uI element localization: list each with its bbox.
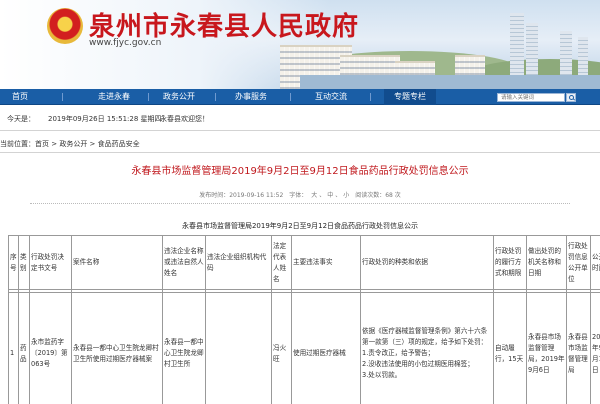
table-cell-party: 永春县一都中心卫生院龙卿村卫生所 [162,292,206,404]
table-cell-penalty: 依据《医疗器械监督管理条例》第六十六条第一款第（三）项的规定，给予如下处罚： 1… [360,292,494,404]
table-header-cell: 行政处罚的履行方式和期限 [493,235,527,290]
divider [0,152,600,153]
table-header-cell: 主要违法事实 [291,235,361,290]
table-cell-case-name: 永春县一都中心卫生院龙卿村卫生所使用过期医疗器械案 [71,292,163,404]
table-cell-legal-rep: 冯火旺 [271,292,292,404]
nav-item-gov-affairs[interactable]: 政务公开 [163,89,195,105]
table-row: 1 药品 永市监药字〔2019〕第063号 永春县一都中心卫生院龙卿村卫生所使用… [8,292,600,404]
nav-item-interaction[interactable]: 互动交流 [315,89,347,105]
penalty-table: 序号 类别 行政处罚决定书文号 案件名称 违法企业名称或违法自然人姓名 违法企业… [8,235,600,404]
dotted-divider [30,203,570,204]
table-header-cell: 违法企业组织机构代码 [205,235,272,290]
nav-item-home[interactable]: 首页 [12,89,28,105]
today-label: 今天是： [7,115,35,123]
table-title: 永春县市场监督管理局2019年9月2日至9月12日食品药品行政处罚信息公示 [181,222,419,230]
search-icon[interactable] [566,93,576,102]
site-url: www.fjyc.gov.cn [89,38,162,48]
welcome-text: 永春县欢迎您！ [160,115,209,123]
nav-separator [370,93,371,101]
breadcrumb[interactable]: 当前位置：首页 > 政务公开 > 食品药品安全 [0,138,600,150]
table-header-row: 序号 类别 行政处罚决定书文号 案件名称 违法企业名称或违法自然人姓名 违法企业… [8,235,600,290]
table-cell-doc-no: 永市监药字〔2019〕第063号 [29,292,72,404]
table-header-cell: 做出处罚的机关名称和日期 [526,235,567,290]
font-small-link[interactable]: 小 [343,192,349,199]
table-header-cell: 类别 [18,235,30,290]
national-emblem-icon: ★ [47,8,83,44]
table-cell-publisher: 永春县市场监督管理局 [566,292,591,404]
table-header-cell: 法定代表人姓名 [271,235,292,290]
nav-separator [290,93,291,101]
banner-river [300,75,600,89]
site-banner: ★ 泉州市永春县人民政府 www.fjyc.gov.cn [0,0,600,89]
date-bar: 今天是： 2019年09月26日 15:51:28 星期四 永春县欢迎您！ [0,109,600,129]
nav-item-services[interactable]: 办事服务 [235,89,267,105]
table-cell-no: 1 [8,292,19,404]
table-cell-category: 药品 [18,292,30,404]
article-meta: 发布时间：2019-09-16 11:52 字体：大、中、小 阅读次数：68 次 [199,192,401,199]
table-header-cell: 违法企业名称或违法自然人姓名 [162,235,206,290]
nav-separator [215,93,216,101]
table-cell-org-code [205,292,272,404]
current-date: 2019年09月26日 15:51:28 星期四 [48,115,162,123]
table-header-cell: 行政处罚信息公开单位 [566,235,591,290]
article-title: 永春县市场监督管理局2019年9月2日至9月12日食品药品行政处罚信息公示 [131,166,469,177]
table-cell-facts: 使用过期医疗器械 [291,292,361,404]
font-size-label: 字体： [289,192,308,199]
table-header-cell: 行政处罚决定书文号 [29,235,72,290]
publish-date: 发布时间：2019-09-16 11:52 [199,192,284,199]
view-count: 阅读次数：68 次 [355,192,401,199]
nav-item-special-topics[interactable]: 专题专栏 [384,89,436,105]
table-header-cell: 公开时间 [590,235,600,290]
search-input[interactable] [497,93,565,102]
table-header-cell: 案件名称 [71,235,163,290]
nav-separator [62,93,63,101]
font-large-link[interactable]: 大 [311,192,317,199]
table-header-cell: 序号 [8,235,19,290]
table-cell-authority: 永春县市场监督管理局，2019年9月6日 [526,292,567,404]
divider [0,130,600,131]
nav-item-about[interactable]: 走进永春 [98,89,130,105]
table-cell-public-date: 2019年9月12日 [590,292,600,404]
font-medium-link[interactable]: 中 [327,192,333,199]
table-header-cell: 行政处罚的种类和依据 [360,235,494,290]
table-cell-fulfillment: 自动履行，15天 [493,292,527,404]
nav-separator [148,93,149,101]
